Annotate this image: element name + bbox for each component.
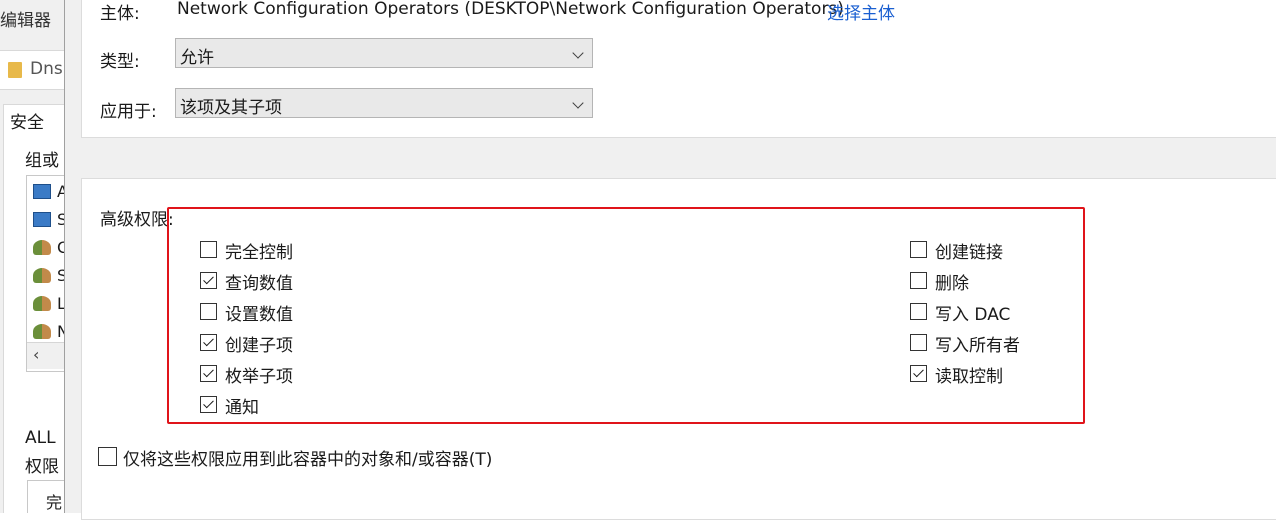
checkbox-box[interactable] bbox=[910, 241, 927, 258]
chevron-left-icon[interactable]: ‹ bbox=[33, 345, 39, 364]
principal-value: Network Configuration Operators (DESKTOP… bbox=[177, 0, 844, 19]
advanced-permissions-label: 高级权限: bbox=[100, 210, 174, 230]
list-item-label: N bbox=[57, 322, 64, 341]
network-group-icon bbox=[33, 212, 51, 227]
principal-label: 主体: bbox=[100, 4, 140, 24]
permissions-table-text: 完 bbox=[46, 493, 63, 512]
checkbox-label: 创建子项 bbox=[225, 336, 293, 356]
checkbox-box[interactable] bbox=[910, 303, 927, 320]
checkbox-label: 读取控制 bbox=[935, 367, 1003, 387]
folder-icon bbox=[8, 62, 22, 78]
chevron-down-icon bbox=[572, 47, 584, 59]
checkbox-label: 创建链接 bbox=[935, 243, 1003, 263]
network-group-icon bbox=[33, 184, 51, 199]
checkbox-box[interactable] bbox=[200, 241, 217, 258]
user-group-icon bbox=[33, 268, 51, 283]
background-path-text: Dns bbox=[30, 59, 63, 79]
permissions-table: 完 bbox=[27, 480, 64, 513]
list-item[interactable]: S bbox=[33, 210, 64, 230]
list-item-label: L bbox=[57, 294, 64, 313]
tab-security[interactable]: 安全 bbox=[10, 108, 44, 133]
background-window-title: 编辑器 bbox=[0, 11, 51, 31]
group-or-user-label: 组或 bbox=[25, 151, 59, 171]
select-principal-link[interactable]: 选择主体 bbox=[827, 0, 895, 24]
list-item[interactable]: S bbox=[33, 266, 64, 286]
type-label: 类型: bbox=[100, 52, 140, 72]
checkbox-label: 枚举子项 bbox=[225, 367, 293, 387]
checkbox-box[interactable] bbox=[200, 365, 217, 382]
checkbox-label: 写入 DAC bbox=[935, 305, 1011, 325]
principal-panel: 主体: Network Configuration Operators (DES… bbox=[81, 0, 1276, 138]
checkbox-label: 仅将这些权限应用到此容器中的对象和/或容器(T) bbox=[123, 450, 493, 470]
checkbox-label: 完全控制 bbox=[225, 243, 293, 263]
checkbox-label: 写入所有者 bbox=[935, 336, 1020, 356]
list-item-label: A bbox=[57, 182, 64, 201]
type-select[interactable]: 允许 bbox=[175, 38, 593, 68]
checkbox-box[interactable] bbox=[910, 365, 927, 382]
checkbox-label: 删除 bbox=[935, 274, 969, 294]
user-group-icon bbox=[33, 296, 51, 311]
checkbox-label: 设置数值 bbox=[225, 305, 293, 325]
checkbox-box[interactable] bbox=[200, 334, 217, 351]
user-group-icon bbox=[33, 240, 51, 255]
checkbox-label: 通知 bbox=[225, 398, 259, 418]
permissions-label: 权限 bbox=[25, 457, 59, 477]
list-item[interactable]: L bbox=[33, 294, 64, 314]
list-item-label: C bbox=[57, 238, 64, 257]
applies-to-select[interactable]: 该项及其子项 bbox=[175, 88, 593, 118]
checkbox-box[interactable] bbox=[200, 303, 217, 320]
horizontal-scrollbar[interactable]: ‹ bbox=[27, 342, 64, 369]
permission-entry-dialog: 主体: Network Configuration Operators (DES… bbox=[64, 0, 1276, 520]
all-label: ALL bbox=[25, 428, 56, 448]
checkbox-box[interactable] bbox=[98, 447, 117, 466]
checkbox-label: 查询数值 bbox=[225, 274, 293, 294]
advanced-permissions-panel: 高级权限: 完全控制 查询数值 设置数值 创建子项 枚举子项 通知 创建链接 删… bbox=[81, 178, 1276, 520]
list-item-label: S bbox=[57, 266, 64, 285]
checkbox-box[interactable] bbox=[200, 272, 217, 289]
list-item-label: S bbox=[57, 210, 64, 229]
user-group-icon bbox=[33, 324, 51, 339]
background-window: 编辑器 Dns 安全 组或 A S C S L N ‹ ALL 权限 完 bbox=[0, 0, 64, 513]
applies-to-label: 应用于: bbox=[100, 102, 157, 122]
background-path-bar: Dns bbox=[0, 50, 64, 90]
type-select-value: 允许 bbox=[180, 48, 214, 68]
list-item[interactable]: A bbox=[33, 182, 64, 202]
list-item[interactable]: C bbox=[33, 238, 64, 258]
checkbox-box[interactable] bbox=[910, 272, 927, 289]
list-item[interactable]: N bbox=[33, 322, 64, 342]
applies-to-select-value: 该项及其子项 bbox=[180, 98, 282, 118]
checkbox-box[interactable] bbox=[200, 396, 217, 413]
chevron-down-icon bbox=[572, 97, 584, 109]
checkbox-box[interactable] bbox=[910, 334, 927, 351]
